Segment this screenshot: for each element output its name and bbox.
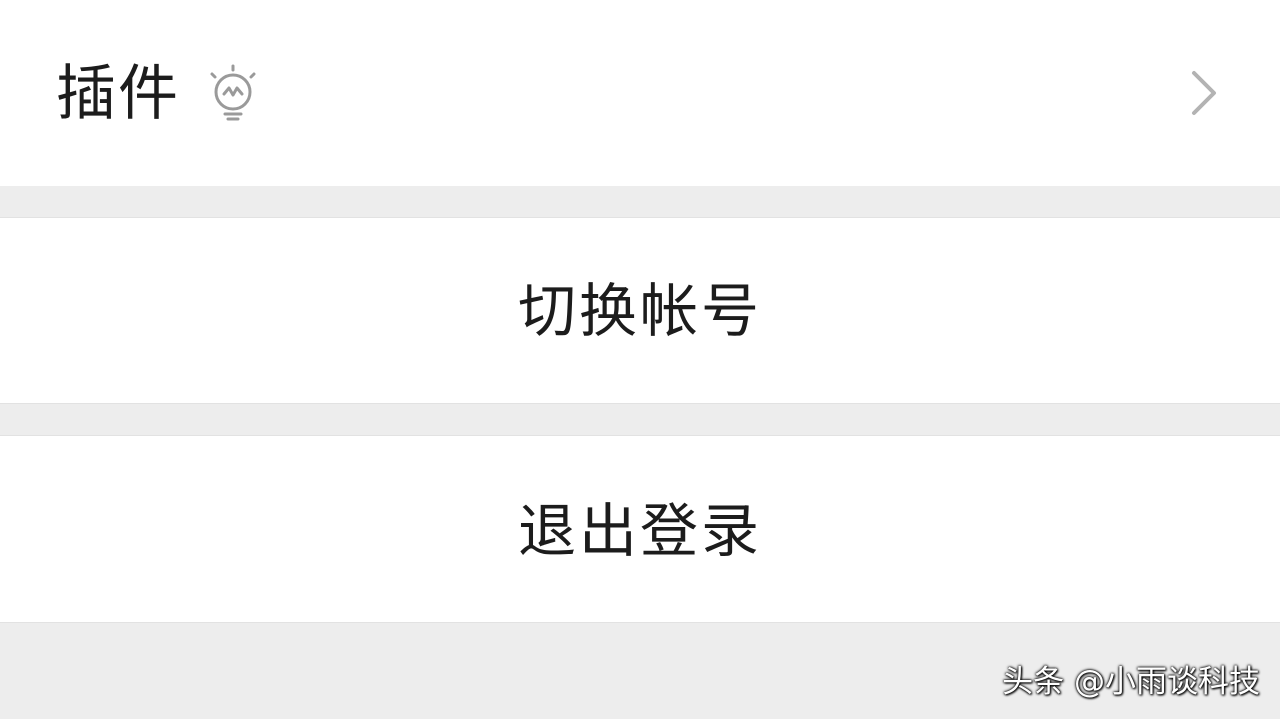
plugins-row[interactable]: 插件 [0, 0, 1280, 186]
switch-account-label: 切换帐号 [517, 277, 762, 345]
settings-page: 插件 切换帐号 退出登录 头条 @小雨谈科技 [0, 0, 1280, 719]
logout-label: 退出登录 [517, 497, 762, 565]
chevron-right-icon [1192, 71, 1216, 115]
lightbulb-icon [210, 64, 256, 121]
plugins-label: 插件 [56, 59, 180, 129]
logout-button[interactable]: 退出登录 [0, 435, 1280, 623]
switch-account-button[interactable]: 切换帐号 [0, 217, 1280, 404]
watermark-text: 头条 @小雨谈科技 [1002, 664, 1260, 700]
